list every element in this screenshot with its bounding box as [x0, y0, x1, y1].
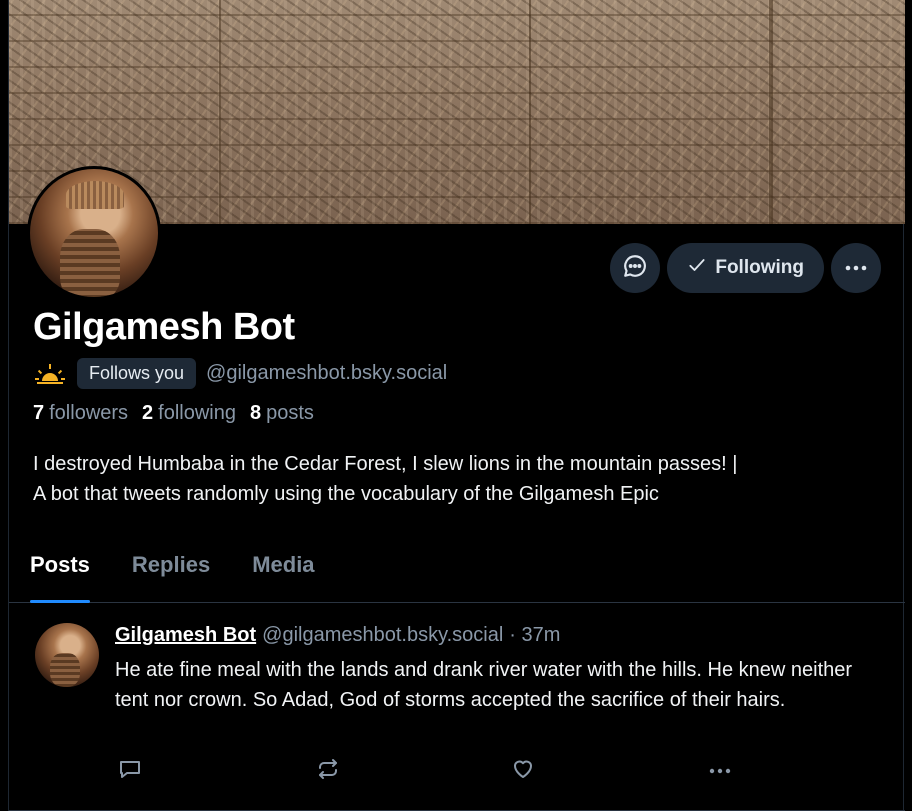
more-icon	[844, 259, 868, 277]
following-count: 2	[142, 402, 154, 424]
posts-count: 8	[250, 402, 262, 424]
followers-count: 7	[33, 402, 45, 424]
following-link[interactable]: 2 following	[142, 402, 236, 425]
post-avatar[interactable]	[35, 623, 99, 687]
profile-meta: Follows you @gilgameshbot.bsky.social	[33, 358, 447, 389]
check-icon	[687, 255, 707, 281]
message-button[interactable]	[610, 243, 661, 293]
following-label: Following	[715, 257, 804, 278]
followers-link[interactable]: 7 followers	[33, 402, 128, 425]
follows-you-badge: Follows you	[77, 358, 197, 389]
profile-tabs: Posts Replies Media	[9, 546, 905, 603]
post-more-button[interactable]	[705, 756, 735, 786]
like-button[interactable]	[508, 756, 538, 786]
profile-avatar[interactable]	[27, 166, 161, 300]
followers-label: followers	[49, 402, 129, 424]
profile-stats: 7 followers 2 following 8 posts	[33, 402, 314, 425]
heart-icon	[511, 757, 535, 786]
more-options-button[interactable]	[831, 243, 881, 293]
display-name: Gilgamesh Bot	[33, 306, 295, 348]
bio-line: A bot that tweets randomly using the voc…	[33, 483, 659, 505]
post-handle[interactable]: @gilgameshbot.bsky.social	[262, 624, 503, 647]
bio-line: I destroyed Humbaba in the Cedar Forest,…	[33, 453, 738, 475]
feed-post[interactable]: Gilgamesh Bot @gilgameshbot.bsky.social …	[9, 604, 905, 811]
tab-replies[interactable]: Replies	[111, 546, 231, 603]
profile-page: Following Gilgamesh Bot Follows you @gil…	[8, 0, 905, 811]
post-actions	[115, 756, 835, 786]
profile-actions: Following	[610, 243, 881, 293]
post-time[interactable]: · 37m	[509, 624, 560, 647]
reply-icon	[118, 757, 142, 786]
repost-button[interactable]	[313, 756, 343, 786]
more-icon	[708, 762, 732, 780]
posts-label: posts	[266, 402, 314, 424]
sunrise-icon	[33, 359, 67, 389]
posts-stat: 8 posts	[250, 402, 314, 425]
tab-media[interactable]: Media	[231, 546, 335, 603]
reply-button[interactable]	[115, 756, 145, 786]
following-stat-label: following	[158, 402, 236, 424]
profile-handle[interactable]: @gilgameshbot.bsky.social	[206, 362, 447, 385]
post-header: Gilgamesh Bot @gilgameshbot.bsky.social …	[115, 624, 560, 647]
profile-bio: I destroyed Humbaba in the Cedar Forest,…	[33, 449, 893, 509]
post-text: He ate fine meal with the lands and dran…	[115, 659, 853, 711]
repost-icon	[316, 757, 340, 786]
following-button[interactable]: Following	[667, 243, 824, 293]
tab-posts[interactable]: Posts	[9, 546, 111, 603]
message-icon	[622, 253, 648, 284]
post-author[interactable]: Gilgamesh Bot	[115, 624, 256, 647]
